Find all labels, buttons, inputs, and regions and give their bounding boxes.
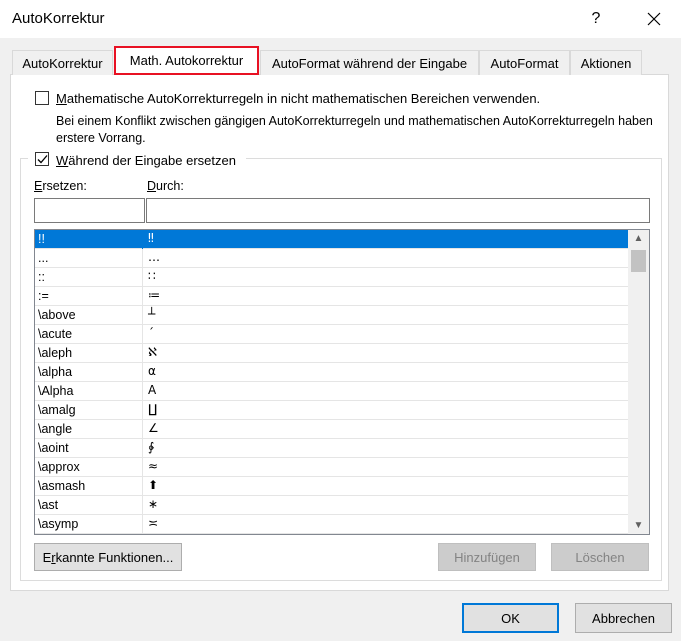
replace-label: Ersetzen: <box>34 179 87 193</box>
entry-replace: \asymp <box>38 517 79 531</box>
list-item[interactable]: \aleph ℵ <box>35 344 628 363</box>
list-item[interactable]: \asmash ⬆ <box>35 477 628 496</box>
ok-button[interactable]: OK <box>462 603 559 633</box>
entry-with: ≔ <box>148 288 160 302</box>
column-separator <box>142 401 143 420</box>
tab-math-autokorrektur[interactable]: Math. Autokorrektur <box>114 46 259 75</box>
autocorrect-dialog: AutoKorrektur ? AutoKorrektur Math. Auto… <box>0 0 681 641</box>
entry-replace: :: <box>38 270 45 284</box>
entry-with: α <box>148 364 156 378</box>
list-item[interactable]: \amalg ∐ <box>35 401 628 420</box>
entry-replace: \Alpha <box>38 384 74 398</box>
column-separator <box>142 325 143 344</box>
use-outside-math-label[interactable]: Mathematische AutoKorrekturregeln in nic… <box>56 91 540 106</box>
column-separator <box>142 268 143 287</box>
entry-replace: \amalg <box>38 403 76 417</box>
list-item[interactable]: \approx ≈ <box>35 458 628 477</box>
list-item[interactable]: \above ┴ <box>35 306 628 325</box>
add-button[interactable]: Hinzufügen <box>438 543 536 571</box>
column-separator <box>142 439 143 458</box>
entry-with: ∗ <box>148 497 159 511</box>
list-item[interactable]: \ast ∗ <box>35 496 628 515</box>
list-item[interactable]: ... … <box>35 249 628 268</box>
entry-with: Α <box>148 383 157 397</box>
use-outside-math-checkbox[interactable] <box>35 91 49 105</box>
title-bar: AutoKorrektur ? <box>0 0 681 38</box>
cancel-button[interactable]: Abbrechen <box>575 603 672 633</box>
entries-list[interactable]: !! ‼... …:: ∷:= ≔\above ┴\acute ´\aleph ℵ\alpha… <box>34 229 650 535</box>
list-item[interactable]: \alpha α <box>35 363 628 382</box>
entry-replace: !! <box>38 232 45 246</box>
entry-replace: \aleph <box>38 346 73 360</box>
close-button[interactable] <box>636 4 672 34</box>
entry-replace: \acute <box>38 327 73 341</box>
entry-with: ∠ <box>148 421 159 435</box>
replace-input[interactable] <box>34 198 145 223</box>
column-separator <box>142 249 143 268</box>
conflict-note: Bei einem Konflikt zwischen gängigen Aut… <box>56 114 653 145</box>
scroll-thumb[interactable] <box>631 250 646 272</box>
list-item[interactable]: \asymp ≍ <box>35 515 628 534</box>
checkmark-icon <box>37 155 48 164</box>
tab-autokorrektur[interactable]: AutoKorrektur <box>12 50 113 75</box>
column-separator <box>142 382 143 401</box>
list-item[interactable]: \angle ∠ <box>35 420 628 439</box>
column-separator <box>142 477 143 496</box>
close-icon <box>647 12 661 26</box>
column-separator <box>142 344 143 363</box>
column-separator <box>142 306 143 325</box>
entry-with: … <box>148 250 160 264</box>
entry-with: ┴ <box>148 307 156 321</box>
list-item[interactable]: \aoint ∳ <box>35 439 628 458</box>
column-separator <box>142 230 143 249</box>
entry-with: ℵ <box>148 345 157 359</box>
window-title: AutoKorrektur <box>12 10 105 27</box>
entry-with: ‼ <box>148 231 154 245</box>
list-item[interactable]: \acute ´ <box>35 325 628 344</box>
with-input[interactable] <box>146 198 650 223</box>
list-item[interactable]: := ≔ <box>35 287 628 306</box>
entry-replace: \alpha <box>38 365 73 379</box>
entry-replace: \aoint <box>38 441 69 455</box>
entry-with: ≍ <box>148 516 159 530</box>
entry-with: ≈ <box>148 459 159 473</box>
column-separator <box>142 458 143 477</box>
list-item[interactable]: \Alpha Α <box>35 382 628 401</box>
list-item[interactable]: :: ∷ <box>35 268 628 287</box>
entry-with: ⬆ <box>148 478 159 492</box>
entry-replace: \angle <box>38 422 73 436</box>
replace-while-typing-label[interactable]: Während der Eingabe ersetzen <box>56 153 236 168</box>
scroll-down-icon[interactable]: ▼ <box>628 517 649 534</box>
column-separator <box>142 515 143 534</box>
entry-with: ∷ <box>148 269 156 283</box>
entry-with: ´ <box>148 326 154 340</box>
with-label: Durch: <box>147 179 184 193</box>
tab-autoformat[interactable]: AutoFormat <box>479 50 570 75</box>
list-scrollbar[interactable]: ▲ ▼ <box>628 230 649 534</box>
entry-with: ∳ <box>148 440 155 454</box>
column-separator <box>142 420 143 439</box>
entry-replace: \asmash <box>38 479 86 493</box>
tab-autoformat-while-typing[interactable]: AutoFormat während der Eingabe <box>260 50 479 75</box>
help-button[interactable]: ? <box>578 4 614 34</box>
column-separator <box>142 496 143 515</box>
delete-button[interactable]: Löschen <box>551 543 649 571</box>
column-separator <box>142 287 143 306</box>
list-item[interactable]: !! ‼ <box>35 230 628 249</box>
replace-while-typing-checkbox[interactable] <box>35 152 49 166</box>
entry-with: ∐ <box>148 402 158 416</box>
tab-aktionen[interactable]: Aktionen <box>570 50 642 75</box>
entry-replace: \approx <box>38 460 80 474</box>
entry-replace: := <box>38 289 49 303</box>
recognized-functions-button[interactable]: Er kannte Funktionen... <box>34 543 182 571</box>
scroll-up-icon[interactable]: ▲ <box>628 230 649 247</box>
entry-replace: \above <box>38 308 76 322</box>
column-separator <box>142 363 143 382</box>
entry-replace: ... <box>38 251 49 265</box>
entry-replace: \ast <box>38 498 59 512</box>
